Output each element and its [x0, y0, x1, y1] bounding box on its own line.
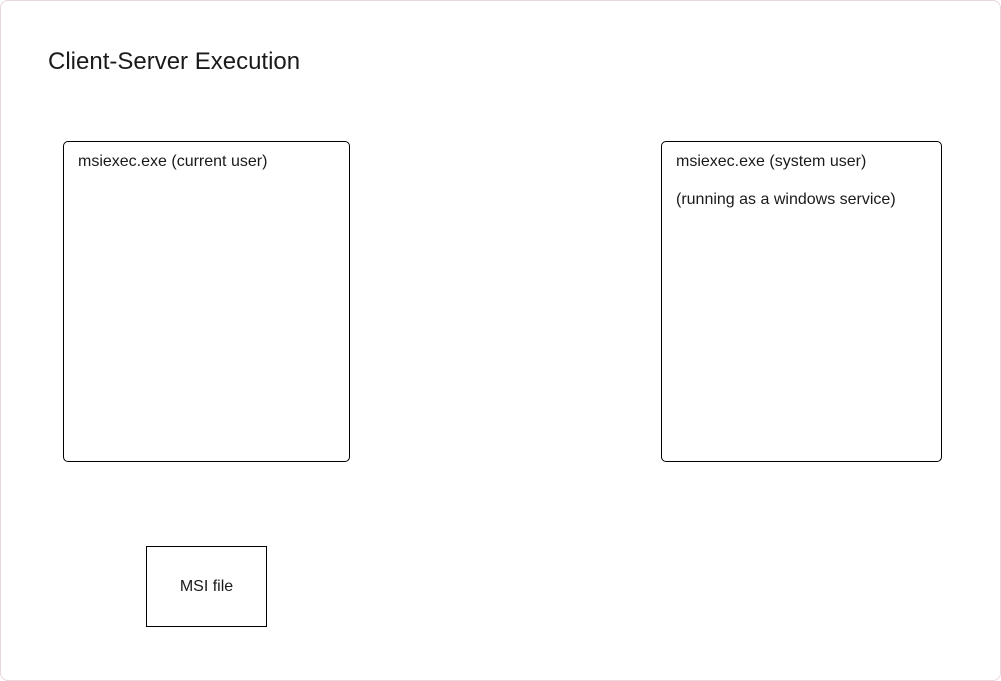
msi-file-box: MSI file	[146, 546, 267, 627]
server-process-sublabel: (running as a windows service)	[676, 191, 896, 208]
diagram-canvas: Client-Server Execution msiexec.exe (cur…	[0, 0, 1001, 681]
diagram-title: Client-Server Execution	[48, 48, 301, 75]
client-process-label: msiexec.exe (current user)	[78, 153, 268, 170]
server-process-label: msiexec.exe (system user)	[676, 153, 867, 170]
client-process-box: msiexec.exe (current user)	[63, 141, 350, 462]
msi-file-label: MSI file	[179, 577, 234, 595]
server-process-box: msiexec.exe (system user) (running as a …	[661, 141, 942, 462]
